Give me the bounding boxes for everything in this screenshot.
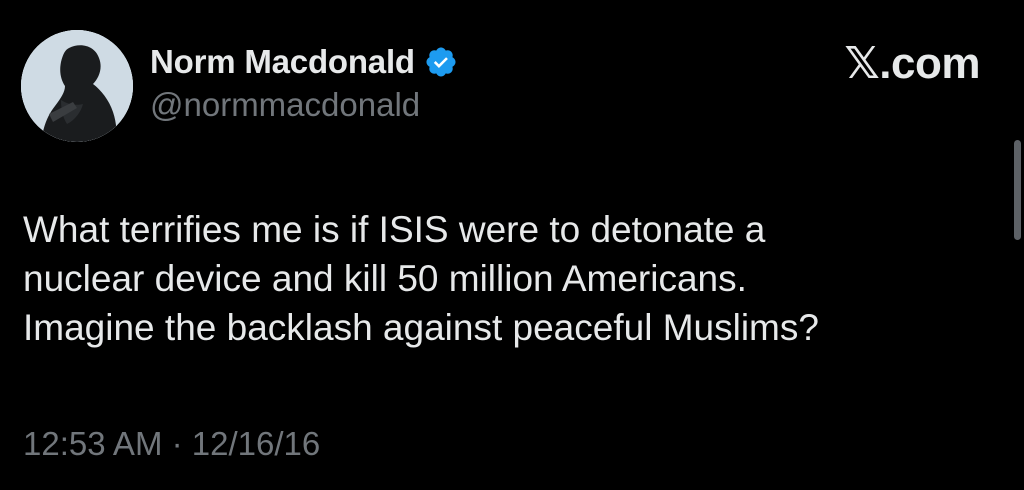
verified-badge-icon xyxy=(424,45,458,79)
scrollbar-thumb[interactable] xyxy=(1014,140,1021,240)
tweet-card: Norm Macdonald @normmacdonald 𝕏.com What… xyxy=(0,0,1024,490)
x-logo-brand: 𝕏.com xyxy=(844,39,980,88)
name-row: Norm Macdonald xyxy=(150,40,458,84)
user-handle[interactable]: @normmacdonald xyxy=(150,86,420,124)
avatar[interactable] xyxy=(21,30,133,142)
avatar-image xyxy=(21,30,133,142)
tweet-timestamp[interactable]: 12:53 AM · 12/16/16 xyxy=(23,425,320,463)
display-name[interactable]: Norm Macdonald xyxy=(150,43,415,81)
tweet-text: What terrifies me is if ISIS were to det… xyxy=(23,209,819,348)
